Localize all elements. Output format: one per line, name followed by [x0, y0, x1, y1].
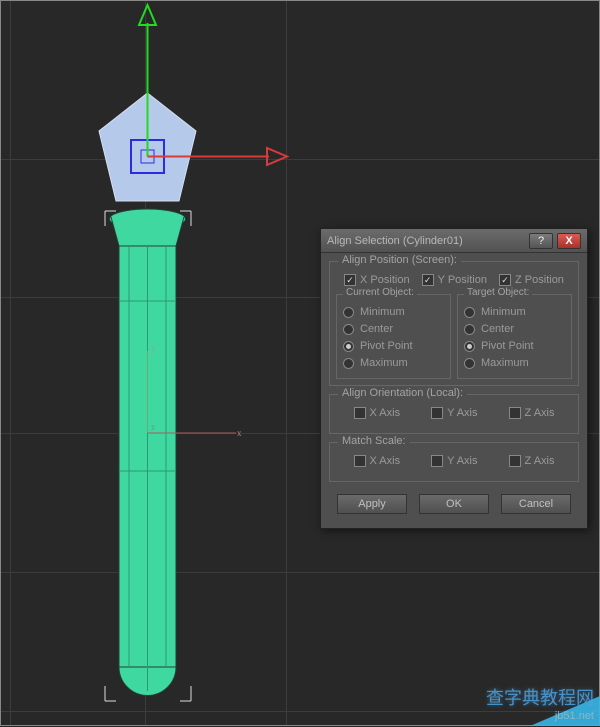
align-orientation-group: Align Orientation (Local): X Axis Y Axis… — [329, 394, 579, 434]
scale-z-axis-checkbox[interactable]: Z Axis — [509, 455, 555, 467]
help-button[interactable]: ? — [529, 233, 553, 249]
x-position-checkbox[interactable]: X Position — [344, 274, 410, 286]
checkbox-icon — [431, 455, 443, 467]
orient-x-axis-checkbox[interactable]: X Axis — [354, 407, 401, 419]
target-center-radio[interactable]: Center — [464, 323, 565, 335]
z-position-checkbox[interactable]: Z Position — [499, 274, 564, 286]
checkbox-label: Z Position — [515, 274, 564, 286]
dialog-title: Align Selection (Cylinder01) — [327, 235, 525, 247]
ok-button[interactable]: OK — [419, 494, 489, 514]
scale-y-axis-checkbox[interactable]: Y Axis — [431, 455, 477, 467]
checkbox-label: X Position — [360, 274, 410, 286]
checkbox-icon — [499, 274, 511, 286]
orient-y-axis-checkbox[interactable]: Y Axis — [431, 407, 477, 419]
target-minimum-radio[interactable]: Minimum — [464, 306, 565, 318]
checkbox-icon — [354, 407, 366, 419]
target-maximum-radio[interactable]: Maximum — [464, 357, 565, 369]
checkbox-icon — [422, 274, 434, 286]
scale-x-axis-checkbox[interactable]: X Axis — [354, 455, 401, 467]
group-label: Align Position (Screen): — [338, 254, 461, 266]
target-object-group: Target Object: Minimum Center Pivot Poin… — [457, 294, 572, 379]
orient-z-axis-checkbox[interactable]: Z Axis — [509, 407, 555, 419]
checkbox-icon — [509, 407, 521, 419]
checkbox-icon — [509, 455, 521, 467]
subgroup-label: Target Object: — [464, 287, 532, 298]
current-object-group: Current Object: Minimum Center Pivot Poi… — [336, 294, 451, 379]
apply-button[interactable]: Apply — [337, 494, 407, 514]
current-pivot-point-radio[interactable]: Pivot Point — [343, 340, 444, 352]
cylinder-object — [110, 209, 186, 696]
svg-text:x: x — [237, 428, 242, 438]
checkbox-icon — [344, 274, 356, 286]
checkbox-label: Y Position — [438, 274, 487, 286]
match-scale-group: Match Scale: X Axis Y Axis Z Axis — [329, 442, 579, 482]
checkbox-icon — [431, 407, 443, 419]
checkbox-icon — [354, 455, 366, 467]
group-label: Align Orientation (Local): — [338, 387, 467, 399]
y-position-checkbox[interactable]: Y Position — [422, 274, 487, 286]
svg-text:y: y — [151, 343, 156, 353]
group-label: Match Scale: — [338, 435, 410, 447]
current-minimum-radio[interactable]: Minimum — [343, 306, 444, 318]
current-center-radio[interactable]: Center — [343, 323, 444, 335]
align-position-group: Align Position (Screen): X Position Y Po… — [329, 261, 579, 386]
dialog-title-bar[interactable]: Align Selection (Cylinder01) ? X — [321, 229, 587, 253]
svg-text:z: z — [151, 422, 155, 432]
subgroup-label: Current Object: — [343, 287, 417, 298]
align-selection-dialog: Align Selection (Cylinder01) ? X Align P… — [320, 228, 588, 529]
cancel-button[interactable]: Cancel — [501, 494, 571, 514]
target-pivot-point-radio[interactable]: Pivot Point — [464, 340, 565, 352]
current-maximum-radio[interactable]: Maximum — [343, 357, 444, 369]
close-button[interactable]: X — [557, 233, 581, 249]
